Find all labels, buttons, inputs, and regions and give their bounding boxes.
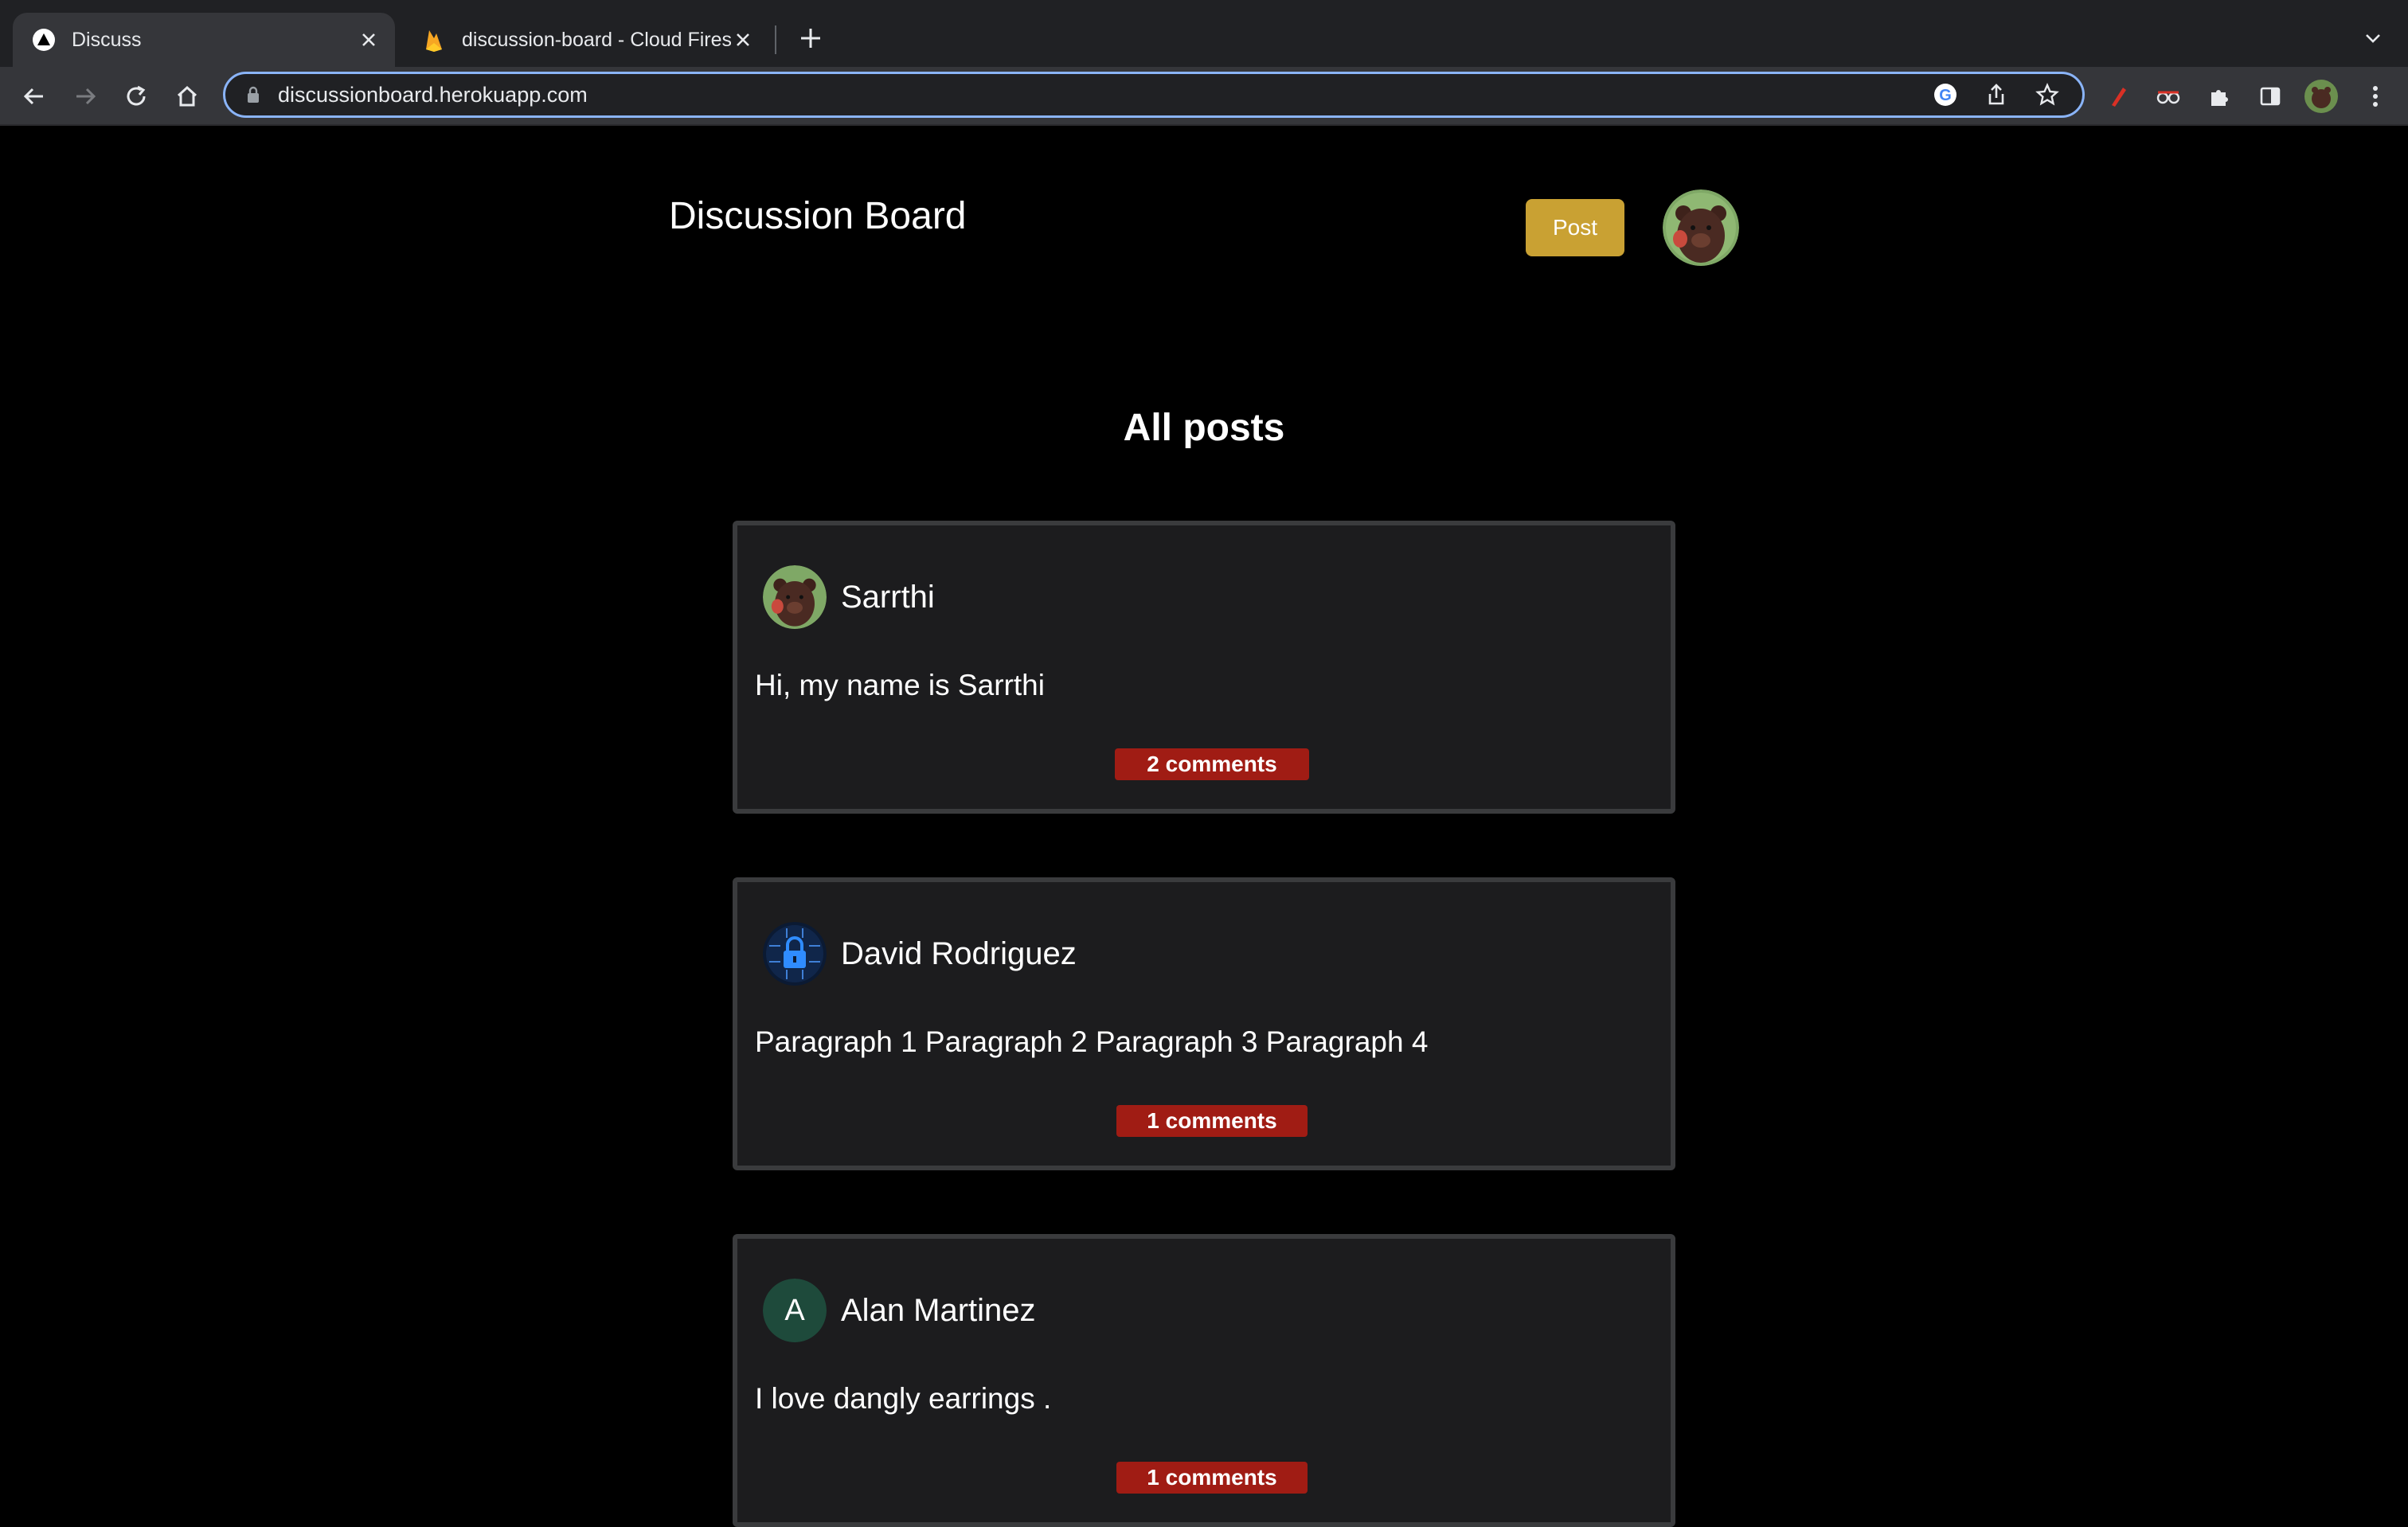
comments-button[interactable]: 1 comments (1116, 1105, 1308, 1137)
share-icon[interactable] (1980, 79, 2012, 111)
forward-button[interactable] (67, 78, 104, 115)
bookmark-star-icon[interactable] (2031, 79, 2063, 111)
post-card: David Rodriguez Paragraph 1 Paragraph 2 … (733, 877, 1675, 1170)
chevron-down-icon (2366, 34, 2380, 43)
bear-avatar-icon (763, 565, 827, 629)
tab-discuss[interactable]: Discuss (13, 13, 395, 67)
google-lens-icon[interactable]: G (1929, 79, 1961, 111)
marker-extension-icon[interactable] (2099, 78, 2136, 115)
comments-button[interactable]: 1 comments (1116, 1462, 1308, 1494)
tab-title: discussion-board - Cloud Fires (462, 28, 731, 51)
new-tab-button[interactable] (793, 21, 828, 56)
site-title[interactable]: Discussion Board (669, 194, 967, 238)
puzzle-extensions-icon[interactable] (2201, 78, 2238, 115)
svg-text:G: G (1939, 87, 1952, 104)
post-body: Hi, my name is Sarrthi (755, 669, 1045, 701)
user-avatar[interactable] (1663, 189, 1739, 266)
browser-tab-strip: Discuss discussion-board - Cloud Fires (0, 0, 2408, 67)
home-icon (177, 85, 197, 107)
arrow-right-icon (76, 88, 96, 105)
back-button[interactable] (16, 78, 53, 115)
lock-icon[interactable] (244, 84, 262, 105)
address-bar[interactable]: G (223, 72, 2085, 118)
post-author: David Rodriguez (763, 922, 1077, 986)
tab-title: Discuss (72, 28, 142, 51)
author-name: Sarrthi (841, 579, 935, 615)
comments-button[interactable]: 2 comments (1115, 748, 1309, 780)
author-name: David Rodriguez (841, 935, 1077, 971)
side-panel-icon[interactable] (2252, 78, 2289, 115)
reload-button[interactable] (118, 78, 154, 115)
post-author: A Alan Martinez (763, 1279, 1036, 1342)
close-tab-icon[interactable] (731, 28, 755, 52)
post-author: Sarrthi (763, 565, 935, 629)
browser-toolbar: G (0, 67, 2408, 126)
more-menu-icon[interactable] (2357, 78, 2394, 115)
letter-avatar: A (763, 1279, 827, 1342)
url-input[interactable] (278, 82, 1929, 107)
author-name: Alan Martinez (841, 1292, 1036, 1328)
plus-icon (801, 29, 820, 48)
post-card: Sarrthi Hi, my name is Sarrthi 2 comment… (733, 521, 1675, 814)
tab-search-button[interactable] (2357, 22, 2389, 54)
glasses-extension-icon[interactable] (2150, 78, 2187, 115)
arrow-left-icon (23, 88, 43, 105)
triangle-logo-icon (32, 28, 56, 52)
close-tab-icon[interactable] (357, 28, 381, 52)
post-body: I love dangly earrings . (755, 1382, 1052, 1415)
reload-icon (127, 85, 146, 106)
section-title: All posts (1123, 407, 1285, 449)
new-post-button[interactable]: Post (1526, 199, 1624, 256)
home-button[interactable] (169, 78, 205, 115)
author-avatar (763, 565, 827, 629)
author-avatar (763, 922, 827, 986)
post-card: A Alan Martinez I love dangly earrings .… (733, 1234, 1675, 1527)
profile-avatar-icon[interactable] (2303, 78, 2340, 115)
lock-avatar-icon (763, 922, 827, 986)
page-content: Discussion Board Post All posts Sarrthi … (0, 126, 2408, 1527)
firebase-flame-icon (422, 28, 446, 52)
post-body: Paragraph 1 Paragraph 2 Paragraph 3 Para… (755, 1025, 1429, 1058)
tab-firebase[interactable]: discussion-board - Cloud Fires (403, 13, 769, 67)
author-avatar: A (763, 1279, 827, 1342)
bear-avatar-icon (1663, 189, 1739, 266)
tab-separator (775, 25, 776, 54)
